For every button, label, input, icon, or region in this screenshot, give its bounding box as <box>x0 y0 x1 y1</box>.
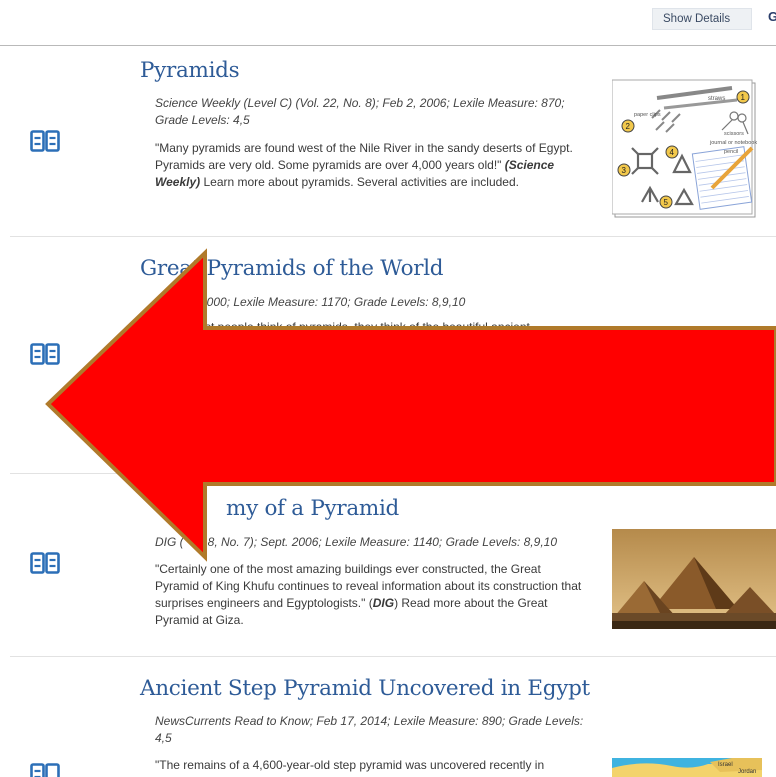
activity-illustration-thumbnail[interactable]: straws paper clips 1 2 scissors journal … <box>612 78 762 222</box>
result-description: "Many pyramids are found west of the Nil… <box>155 140 585 191</box>
meta-text: DIG ( <box>155 535 184 549</box>
result-divider <box>10 656 776 657</box>
thumb-label: pencil <box>724 149 738 155</box>
results-toolbar: Show Details G <box>0 0 776 46</box>
step-number: 6 <box>612 78 613 79</box>
thumb-label: straws <box>708 96 725 102</box>
result-divider <box>10 236 776 237</box>
description-text: Learn more about pyramids. Several activ… <box>200 175 519 189</box>
result-title-link[interactable]: my of a Pyramid <box>226 496 399 521</box>
egypt-map-thumbnail[interactable]: Israel Jordan <box>612 758 762 777</box>
step-number: 5 <box>664 198 669 207</box>
book-icon[interactable] <box>30 343 60 365</box>
book-icon[interactable] <box>30 763 60 777</box>
result-title-link[interactable]: Pyramids <box>140 58 240 83</box>
result-meta: Science Weekly (Level C) (Vol. 22, No. 8… <box>155 96 565 127</box>
result-description: "The remains of a 4,600-year-old step py… <box>155 758 545 772</box>
description-text: st people think of pyramids, they think … <box>205 321 530 329</box>
result-title-link[interactable]: Great Pyramids of the World <box>140 256 444 281</box>
go-button[interactable]: G <box>768 9 776 24</box>
show-details-button[interactable]: Show Details <box>652 8 752 30</box>
meta-text: 8, No. 7); Sept. 2006; Lexile Measure: 1… <box>207 535 557 549</box>
result-meta: rch 2000; Lexile Measure: 1170; Grade Le… <box>180 295 466 309</box>
pyramids-photo-thumbnail[interactable] <box>612 529 776 629</box>
result-meta: NewsCurrents Read to Know; Feb 17, 2014;… <box>155 714 584 745</box>
step-number: 1 <box>741 93 746 102</box>
thumb-label: journal or notebook <box>709 140 757 146</box>
result-description: st people think of pyramids, they think … <box>205 321 635 329</box>
step-number: 2 <box>626 122 631 131</box>
book-icon[interactable] <box>30 552 60 574</box>
source-name: DIG <box>372 596 395 610</box>
step-number: 4 <box>670 148 675 157</box>
result-divider <box>10 473 776 474</box>
thumb-label: scissors <box>724 131 744 137</box>
result-title-link[interactable]: Ancient Step Pyramid Uncovered in Egypt <box>140 676 590 701</box>
map-label: Jordan <box>738 769 756 775</box>
thumb-label: paper clips <box>634 112 661 118</box>
step-number: 3 <box>622 166 627 175</box>
book-icon[interactable] <box>30 130 60 152</box>
map-label: Israel <box>718 762 733 768</box>
result-description: "Certainly one of the most amazing build… <box>155 561 585 629</box>
result-meta: DIG ( 8, No. 7); Sept. 2006; Lexile Measu… <box>155 534 615 551</box>
